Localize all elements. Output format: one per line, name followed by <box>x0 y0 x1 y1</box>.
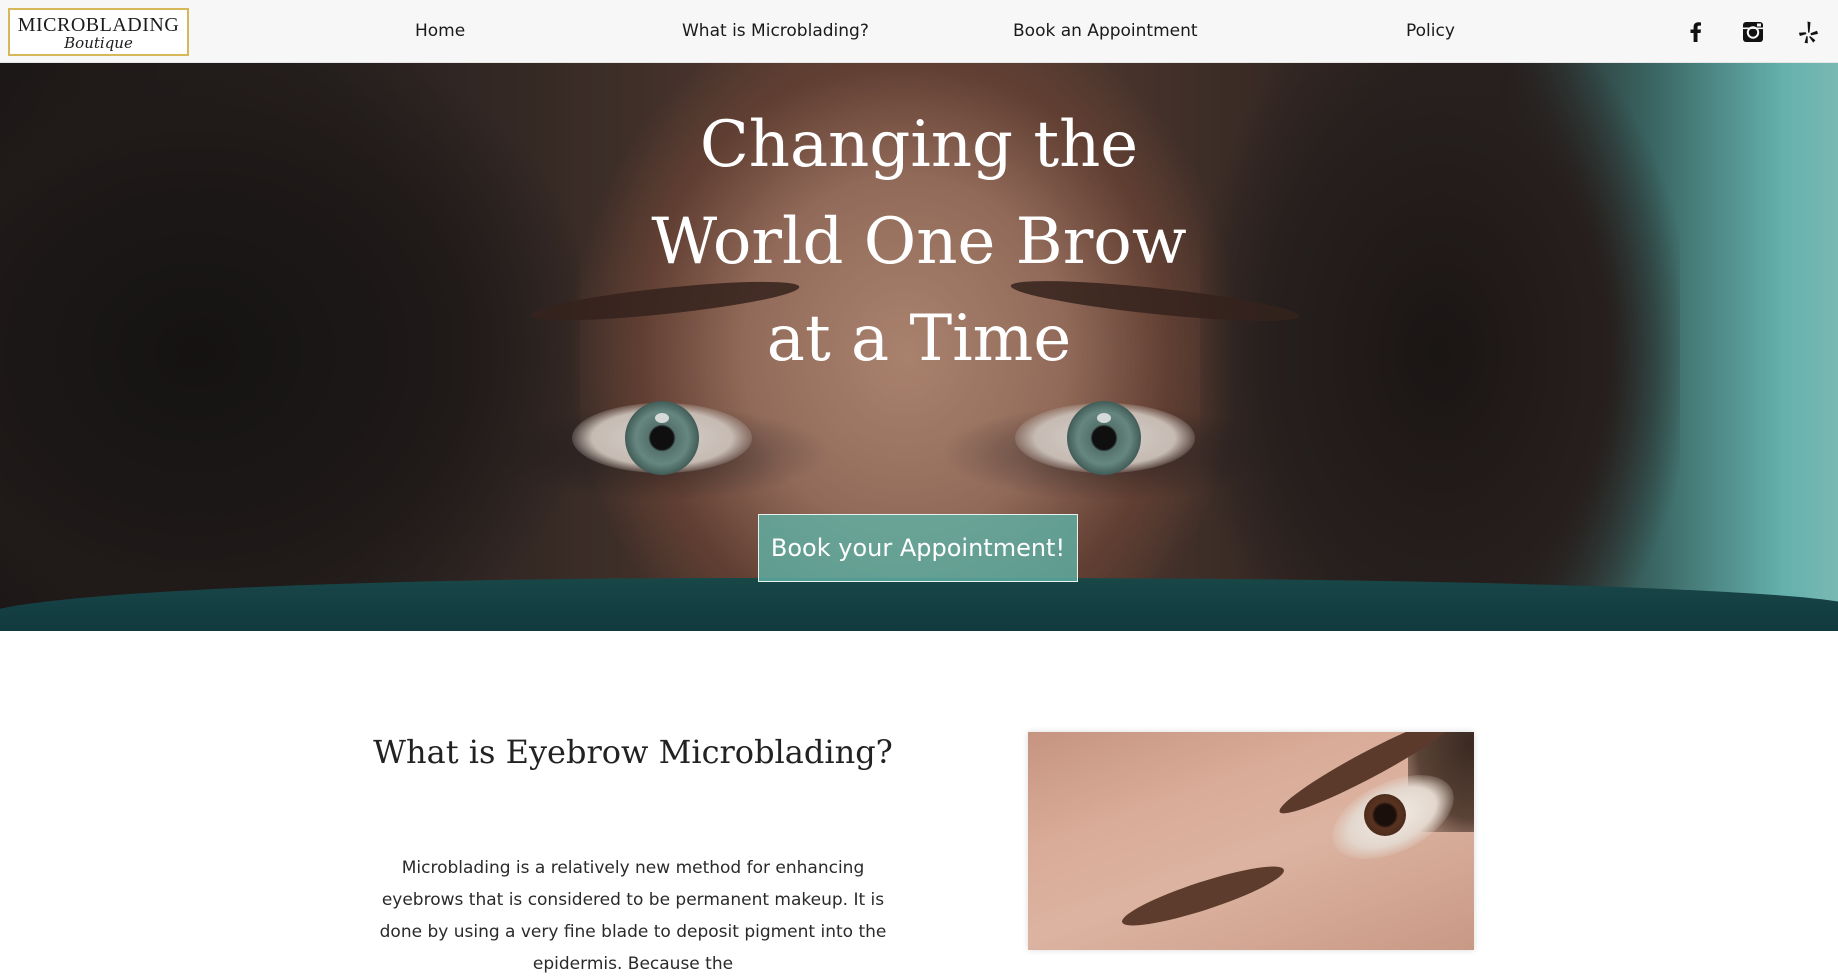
yelp-icon[interactable] <box>1795 18 1823 46</box>
nav-home[interactable]: Home <box>415 20 465 42</box>
facebook-icon[interactable] <box>1682 18 1710 46</box>
nav-policy[interactable]: Policy <box>1406 20 1455 42</box>
hero-title: Changing the World One Brow at a Time <box>651 108 1187 376</box>
photo-brow-lower <box>1117 856 1289 936</box>
nav-book-appointment[interactable]: Book an Appointment <box>1013 20 1198 42</box>
book-appointment-button[interactable]: Book your Appointment! <box>758 514 1078 582</box>
nav-what-is-microblading[interactable]: What is Microblading? <box>682 20 869 42</box>
logo-wordmark: MICROBLADING <box>17 14 180 36</box>
section-title: What is Eyebrow Microblading? <box>373 733 893 771</box>
logo-script: Boutique <box>64 34 133 52</box>
site-header: MICROBLADING Boutique Home What is Micro… <box>0 0 1838 63</box>
instagram-icon[interactable] <box>1739 18 1767 46</box>
photo-iris <box>1364 794 1406 836</box>
section-body: Microblading is a relatively new method … <box>379 858 887 974</box>
microblading-photo <box>1028 732 1474 950</box>
brand-logo[interactable]: MICROBLADING Boutique <box>8 8 189 56</box>
